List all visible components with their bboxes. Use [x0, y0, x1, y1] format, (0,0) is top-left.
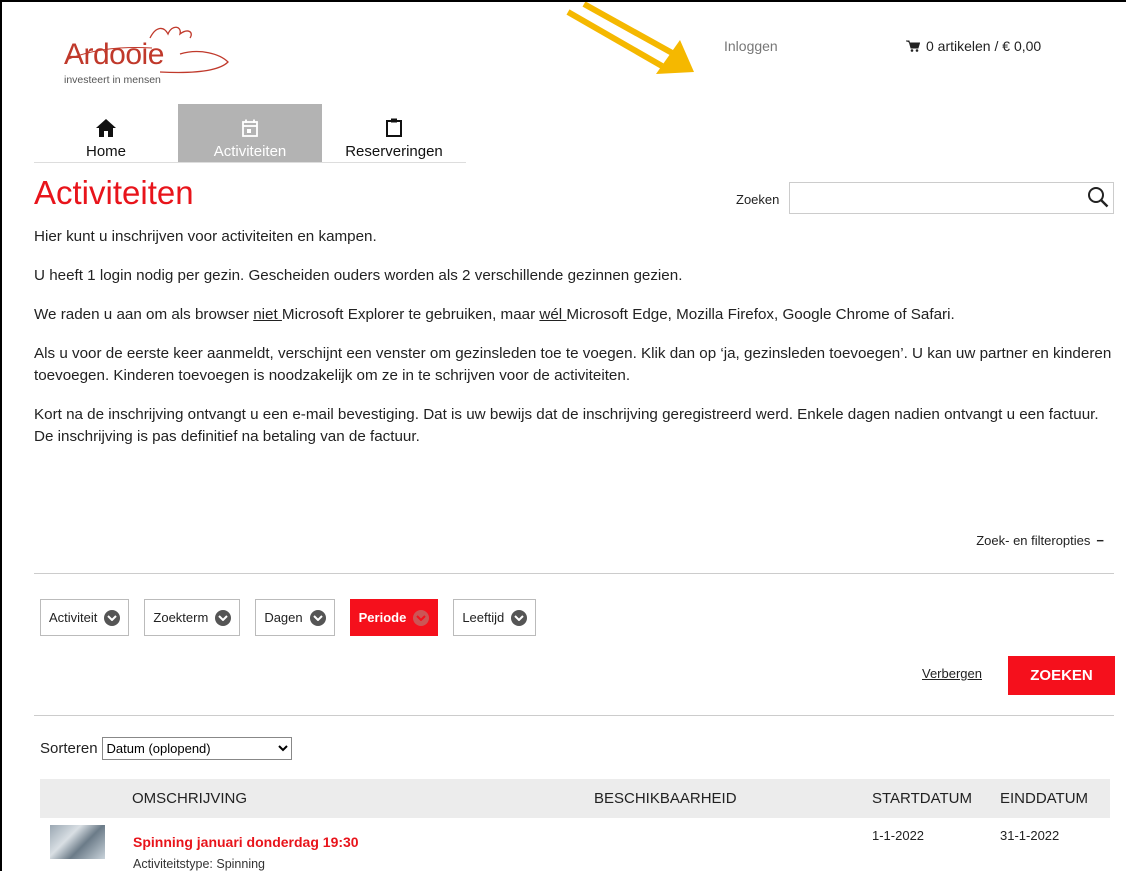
activity-thumbnail[interactable] [50, 825, 105, 859]
intro-text-segment: Microsoft Edge, Mozilla Firefox, Google … [566, 306, 955, 323]
filter-label: Activiteit [49, 610, 98, 625]
logo-tagline: investeert in mensen [64, 74, 161, 86]
intro-text: Hier kunt u inschrijven voor activiteite… [34, 226, 1114, 465]
filter-label: Zoekterm [153, 610, 209, 625]
site-logo[interactable]: Ardooie investeert in mensen [60, 24, 240, 94]
filter-label: Dagen [264, 610, 303, 625]
cart-summary: 0 artikelen / € 0,00 [926, 38, 1042, 54]
sort-control: Sorteren Datum (oplopend) [40, 737, 292, 760]
filter-activiteit[interactable]: Activiteit [40, 599, 130, 636]
intro-paragraph: U heeft 1 login nodig per gezin. Geschei… [34, 267, 683, 284]
tab-reserveringen-label: Reserveringen [345, 143, 443, 160]
activity-title-link[interactable]: Spinning januari donderdag 19:30 [133, 834, 359, 850]
filter-periode[interactable]: Periode [349, 599, 439, 636]
intro-paragraph: Als u voor de eerste keer aanmeldt, vers… [34, 345, 1112, 384]
annotation-arrow-icon [566, 2, 694, 74]
search-icon[interactable] [1087, 186, 1109, 208]
tab-reserveringen[interactable]: Reserveringen [322, 104, 466, 162]
chevron-down-icon [511, 609, 528, 626]
search-box [789, 182, 1114, 214]
logo-name: Ardooie [64, 38, 164, 71]
intro-text-segment: Microsoft Explorer te gebruiken, maar [281, 306, 540, 323]
sort-label: Sorteren [40, 740, 98, 757]
intro-underline-wel: wél [539, 306, 567, 323]
page-title: Activiteiten [34, 174, 194, 211]
login-link[interactable]: Inloggen [724, 38, 778, 54]
hide-filters-link[interactable]: Verbergen [922, 666, 982, 681]
filter-leeftijd[interactable]: Leeftijd [453, 599, 537, 636]
activity-type: Activiteitstype: Spinning [133, 857, 266, 871]
end-date: 31-1-2022 [1000, 828, 1060, 843]
chevron-down-icon [104, 609, 121, 626]
tab-home[interactable]: Home [34, 104, 178, 162]
filter-label: Leeftijd [462, 610, 505, 625]
search-input[interactable] [790, 183, 1082, 211]
start-date: 1-1-2022 [872, 828, 925, 843]
home-icon [96, 119, 116, 137]
filter-label: Periode [358, 610, 407, 625]
intro-paragraph: We raden u aan om als browser niet Micro… [34, 304, 1114, 326]
filter-dagen[interactable]: Dagen [255, 599, 335, 636]
tab-home-label: Home [85, 143, 126, 160]
column-header-beschikbaarheid[interactable]: BESCHIKBAARHEID [594, 790, 737, 807]
collapse-icon: − [1096, 533, 1104, 548]
table-header: OMSCHRIJVING BESCHIKBAARHEID STARTDATUM … [40, 779, 1110, 818]
chevron-down-icon [309, 609, 326, 626]
cart-icon [906, 40, 920, 52]
intro-underline-niet: niet [253, 306, 282, 323]
intro-paragraph: Kort na de inschrijving ontvangt u een e… [34, 406, 1099, 445]
filter-zoekterm[interactable]: Zoekterm [144, 599, 241, 636]
search-button[interactable]: ZOEKEN [1008, 656, 1115, 695]
main-nav: Home Activiteiten Reserveringen [34, 104, 466, 163]
sort-select[interactable]: Datum (oplopend) [101, 737, 292, 760]
search-label: Zoeken [736, 192, 780, 207]
intro-text-segment: We raden u aan om als browser [34, 306, 254, 323]
column-header-einddatum[interactable]: EINDDATUM [1000, 790, 1088, 807]
divider [34, 715, 1114, 716]
filter-options-label: Zoek- en filteropties [976, 533, 1091, 548]
column-header-startdatum[interactable]: STARTDATUM [872, 790, 972, 807]
clipboard-icon [386, 118, 402, 137]
divider [34, 573, 1114, 574]
chevron-down-icon [215, 609, 232, 626]
calendar-icon [242, 119, 258, 137]
filter-options-toggle[interactable]: Zoek- en filteropties − [976, 533, 1104, 548]
tab-activiteiten[interactable]: Activiteiten [178, 104, 322, 162]
chevron-down-icon [413, 609, 430, 626]
filter-bar: Activiteit Zoekterm Dagen Periode Leefti… [40, 599, 537, 636]
browser-frame: Ardooie investeert in mensen Inloggen 0 … [0, 0, 1126, 871]
intro-paragraph: Hier kunt u inschrijven voor activiteite… [34, 228, 377, 245]
table-row[interactable]: Spinning januari donderdag 19:30 Activit… [40, 822, 1110, 871]
column-header-omschrijving[interactable]: OMSCHRIJVING [132, 790, 247, 807]
tab-activiteiten-label: Activiteiten [213, 143, 287, 160]
cart-link[interactable]: 0 artikelen / € 0,00 [906, 38, 1041, 54]
